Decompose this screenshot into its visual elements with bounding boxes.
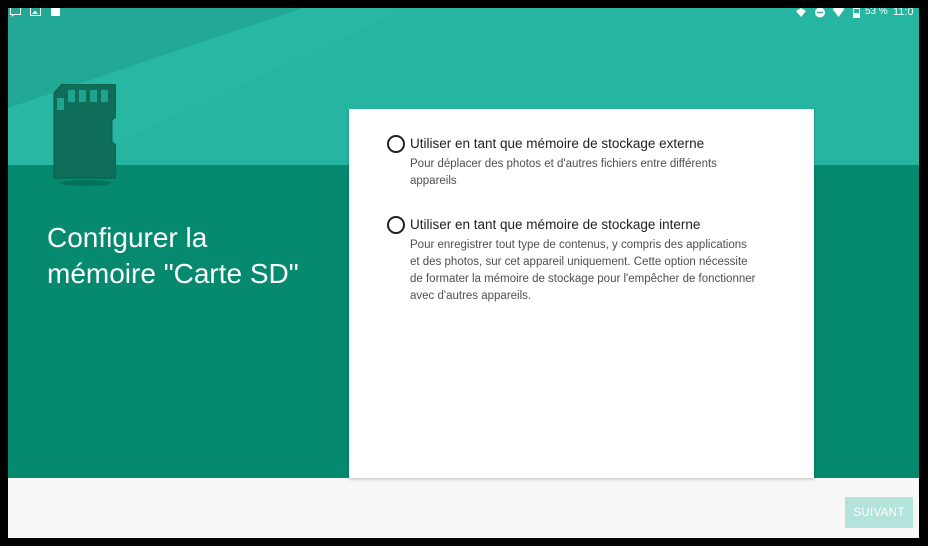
option-internal-storage-description: Pour enregistrer tout type de contenus, … [410,237,790,305]
option-internal-storage-label: Utiliser en tant que mémoire de stockage… [410,217,701,232]
radio-external-storage[interactable] [387,135,405,153]
radio-internal-storage[interactable] [387,216,405,234]
page-title: Configurer la mémoire "Carte SD" [47,220,347,292]
image-icon [30,8,41,16]
storage-options-card: Utiliser en tant que mémoire de stockage… [349,109,814,478]
bottom-bar [8,478,919,538]
setup-screen: 53 % 11:0 Configurer la mémoire "Carte S… [8,8,919,538]
square-icon [51,8,60,16]
option-description-line: avec d'autres appareils. [410,290,532,302]
option-external-storage[interactable]: Utiliser en tant que mémoire de stockage… [387,135,827,195]
status-bar: 53 % 11:0 [8,8,919,20]
do-not-disturb-icon [815,8,825,18]
option-description-line: de formater la mémoire de stockage pour … [410,273,756,285]
clock: 11:0 [893,8,914,18]
option-description-line: appareils [410,175,457,187]
option-description-line: Pour enregistrer tout type de contenus, … [410,239,747,251]
message-icon [10,8,21,17]
next-button[interactable]: SUIVANT [845,497,913,528]
page-title-line-1: Configurer la [47,222,208,253]
wifi-icon [832,8,845,17]
option-external-storage-description: Pour déplacer des photos et d'autres fic… [410,156,790,190]
page-title-line-2: mémoire "Carte SD" [47,258,299,289]
battery-percent: 53 % [865,8,888,17]
option-external-storage-label: Utiliser en tant que mémoire de stockage… [410,136,705,151]
option-internal-storage[interactable]: Utiliser en tant que mémoire de stockage… [387,216,827,312]
option-description-line: et des photos, sur cet appareil uniqueme… [410,256,748,268]
battery-icon [853,8,860,18]
option-description-line: Pour déplacer des photos et d'autres fic… [410,158,717,170]
nfc-icon [796,8,806,17]
sd-card-icon [53,84,116,186]
